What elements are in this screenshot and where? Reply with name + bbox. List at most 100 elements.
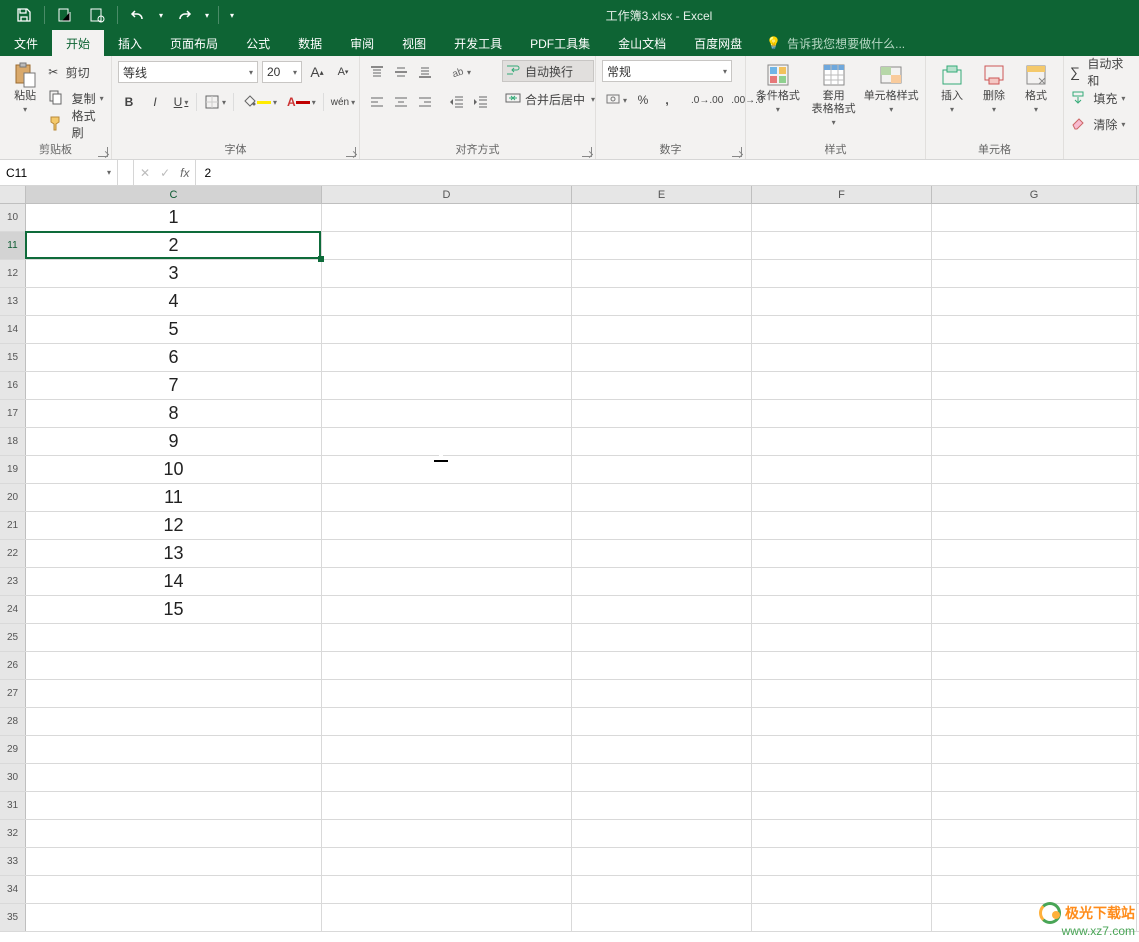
cell[interactable]: [752, 876, 932, 903]
cell[interactable]: [572, 736, 752, 763]
column-header[interactable]: C: [26, 186, 322, 203]
cell[interactable]: [572, 848, 752, 875]
border-button[interactable]: [201, 91, 229, 113]
row-header[interactable]: 29: [0, 736, 26, 763]
tab-layout[interactable]: 页面布局: [156, 30, 232, 56]
cell[interactable]: [932, 904, 1137, 931]
cell[interactable]: [572, 680, 752, 707]
cell[interactable]: [932, 232, 1137, 259]
row-header[interactable]: 23: [0, 568, 26, 595]
cell[interactable]: 5: [26, 316, 322, 343]
row-header[interactable]: 32: [0, 820, 26, 847]
cell[interactable]: 8: [26, 400, 322, 427]
row-header[interactable]: 35: [0, 904, 26, 931]
cell[interactable]: [572, 372, 752, 399]
tab-review[interactable]: 审阅: [336, 30, 388, 56]
align-top-button[interactable]: [366, 61, 388, 83]
cell[interactable]: [26, 680, 322, 707]
fill-handle[interactable]: [318, 256, 324, 262]
cell[interactable]: [572, 400, 752, 427]
cell[interactable]: 13: [26, 540, 322, 567]
column-header[interactable]: F: [752, 186, 932, 203]
align-center-button[interactable]: [390, 91, 412, 113]
cell[interactable]: [932, 736, 1137, 763]
percent-button[interactable]: %: [632, 89, 654, 111]
conditional-format-button[interactable]: 条件格式▾: [752, 60, 804, 115]
cell[interactable]: [752, 428, 932, 455]
row-header[interactable]: 30: [0, 764, 26, 791]
cell[interactable]: [572, 596, 752, 623]
cell[interactable]: [932, 344, 1137, 371]
cell[interactable]: [752, 204, 932, 231]
cell[interactable]: [322, 568, 572, 595]
cell[interactable]: [572, 232, 752, 259]
cell[interactable]: [752, 456, 932, 483]
align-left-button[interactable]: [366, 91, 388, 113]
cell[interactable]: [752, 400, 932, 427]
tab-wps[interactable]: 金山文档: [604, 30, 680, 56]
row-header[interactable]: 21: [0, 512, 26, 539]
cell[interactable]: [572, 876, 752, 903]
cell[interactable]: [752, 288, 932, 315]
cell[interactable]: [572, 764, 752, 791]
comma-button[interactable]: ,: [656, 89, 678, 111]
dialog-launcher-icon[interactable]: [582, 147, 592, 157]
undo-icon[interactable]: [124, 3, 152, 27]
cell[interactable]: [322, 680, 572, 707]
cell[interactable]: [752, 904, 932, 931]
cell[interactable]: [752, 232, 932, 259]
cell[interactable]: [322, 428, 572, 455]
increase-font-button[interactable]: A▴: [306, 61, 328, 83]
paste-button[interactable]: 粘贴 ▾: [6, 60, 44, 115]
cell[interactable]: [932, 708, 1137, 735]
cell[interactable]: [932, 764, 1137, 791]
cell[interactable]: [26, 652, 322, 679]
cell[interactable]: [752, 708, 932, 735]
cell[interactable]: [26, 848, 322, 875]
fill-color-button[interactable]: [238, 91, 280, 113]
cut-button[interactable]: ✂ 剪切: [48, 60, 105, 84]
cell[interactable]: [932, 680, 1137, 707]
cell[interactable]: [322, 596, 572, 623]
italic-button[interactable]: I: [144, 91, 166, 113]
redo-dropdown-icon[interactable]: ▾: [202, 3, 212, 27]
cell[interactable]: [322, 792, 572, 819]
cell[interactable]: 3: [26, 260, 322, 287]
qat-icon-2[interactable]: [83, 3, 111, 27]
cell[interactable]: 4: [26, 288, 322, 315]
cell[interactable]: 10: [26, 456, 322, 483]
cell[interactable]: 14: [26, 568, 322, 595]
cell[interactable]: 1: [26, 204, 322, 231]
column-header[interactable]: G: [932, 186, 1137, 203]
cell[interactable]: [932, 456, 1137, 483]
cell[interactable]: [572, 652, 752, 679]
insert-cells-button[interactable]: 插入▾: [932, 60, 972, 115]
cell[interactable]: [322, 764, 572, 791]
cell[interactable]: [752, 848, 932, 875]
cell[interactable]: [932, 820, 1137, 847]
name-box[interactable]: C11▾: [0, 160, 118, 185]
cell[interactable]: [752, 316, 932, 343]
tab-pdf[interactable]: PDF工具集: [516, 30, 604, 56]
cell[interactable]: [752, 512, 932, 539]
row-header[interactable]: 15: [0, 344, 26, 371]
tell-me-search[interactable]: 💡 告诉我您想要做什么...: [756, 30, 905, 56]
row-header[interactable]: 16: [0, 372, 26, 399]
clear-button[interactable]: 清除▾: [1070, 112, 1125, 136]
dialog-launcher-icon[interactable]: [346, 147, 356, 157]
cell[interactable]: [932, 512, 1137, 539]
decrease-indent-button[interactable]: [446, 91, 468, 113]
merge-center-button[interactable]: 合并后居中: [502, 88, 604, 110]
column-header[interactable]: D: [322, 186, 572, 203]
row-header[interactable]: 31: [0, 792, 26, 819]
font-name-combo[interactable]: 等线▾: [118, 61, 258, 83]
cell[interactable]: 12: [26, 512, 322, 539]
format-as-table-button[interactable]: 套用 表格格式▾: [806, 60, 862, 128]
cell[interactable]: [572, 316, 752, 343]
cell[interactable]: [572, 344, 752, 371]
cell[interactable]: [572, 792, 752, 819]
select-all-corner[interactable]: [0, 186, 26, 203]
row-header[interactable]: 11: [0, 232, 26, 259]
cell[interactable]: [932, 652, 1137, 679]
row-header[interactable]: 28: [0, 708, 26, 735]
